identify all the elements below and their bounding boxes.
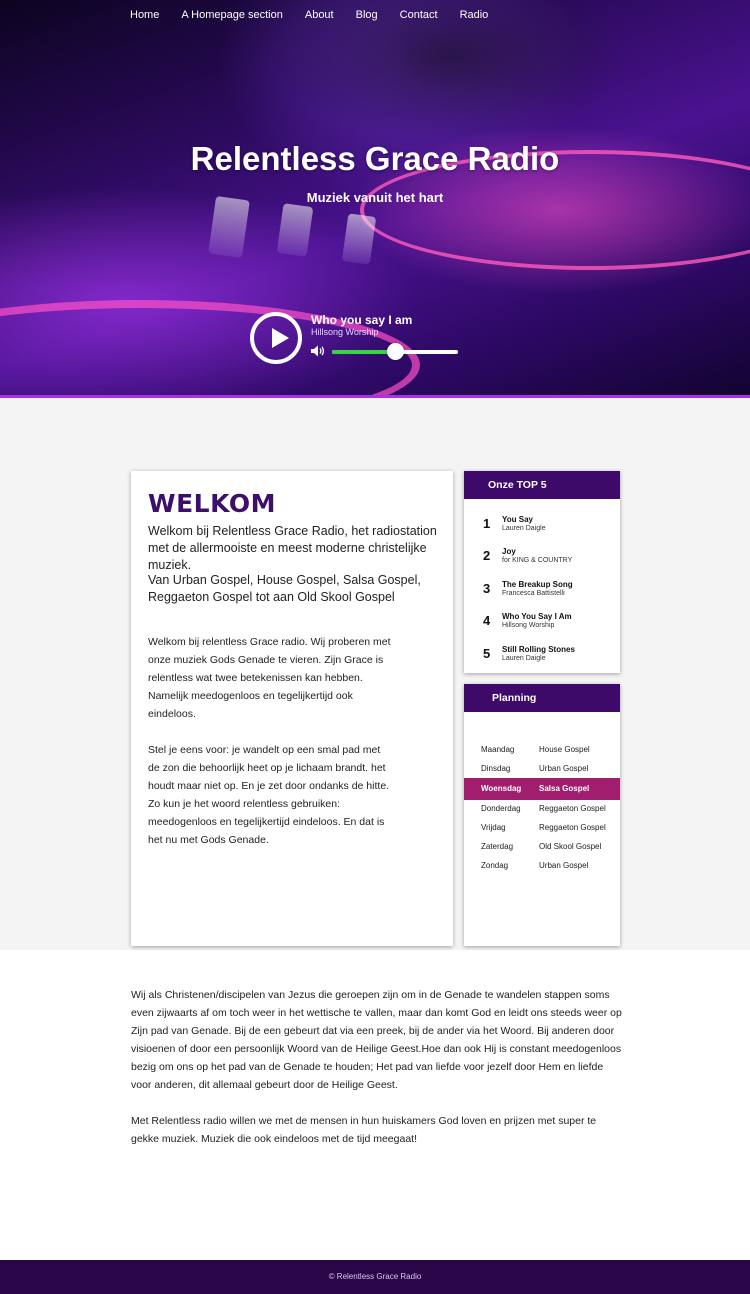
nav-contact[interactable]: Contact — [400, 9, 438, 21]
welcome-genres: Van Urban Gospel, House Gospel, Salsa Go… — [148, 573, 421, 604]
nav-homepage-section[interactable]: A Homepage section — [181, 9, 283, 21]
top5-artist: Lauren Daigle — [502, 655, 546, 662]
top5-item[interactable]: 2 Joy for KING & COUNTRY — [464, 546, 620, 578]
planning-genre: Old Skool Gospel — [539, 842, 602, 851]
welcome-heading: WELKOM — [148, 489, 276, 518]
volume-slider[interactable] — [332, 343, 458, 360]
top5-panel: Onze TOP 5 1 You Say Lauren Daigle 2 Joy… — [464, 471, 620, 673]
planning-day: Zondag — [481, 861, 509, 870]
planning-row: Zondag Urban Gospel — [464, 855, 620, 877]
top5-artist: Hillsong Worship — [502, 622, 555, 629]
welcome-lead: Welkom bij Relentless Grace Radio, het r… — [148, 524, 437, 572]
planning-day: Woensdag — [481, 784, 522, 793]
nav-blog[interactable]: Blog — [356, 9, 378, 21]
hero-mixer-fader — [208, 195, 250, 259]
top5-rank: 5 — [483, 646, 491, 661]
planning-genre: Urban Gospel — [539, 861, 589, 870]
top5-title: Joy — [502, 547, 516, 556]
nav-about[interactable]: About — [305, 9, 334, 21]
welcome-card: WELKOM Welkom bij Relentless Grace Radio… — [131, 471, 453, 946]
top5-title: Still Rolling Stones — [502, 645, 575, 654]
planning-heading: Planning — [464, 684, 620, 712]
nav-home[interactable]: Home — [130, 9, 159, 21]
top5-artist: Lauren Daigle — [502, 525, 546, 532]
top5-artist: for KING & COUNTRY — [502, 557, 573, 564]
planning-genre: Reggaeton Gospel — [539, 823, 606, 832]
top5-item[interactable]: 3 The Breakup Song Francesca Battistelli — [464, 579, 620, 611]
planning-row-active: Woensdag Salsa Gospel — [464, 778, 620, 800]
planning-genre: Reggaeton Gospel — [539, 804, 606, 813]
track-artist: Hillsong Worship — [311, 327, 379, 337]
top5-artist: Francesca Battistelli — [502, 590, 565, 597]
welcome-body: Welkom bij relentless Grace radio. Wij p… — [148, 633, 393, 849]
hero-mixer-fader — [276, 203, 314, 257]
nav-radio[interactable]: Radio — [460, 9, 489, 21]
about-paragraph: Met Relentless radio willen we met de me… — [131, 1115, 597, 1145]
top5-rank: 1 — [483, 516, 491, 531]
about-text: Wij als Christenen/discipelen van Jezus … — [131, 986, 623, 1148]
top5-heading: Onze TOP 5 — [464, 471, 620, 499]
planning-panel: Planning Maandag House Gospel Dinsdag Ur… — [464, 684, 620, 946]
hero-banner: Home A Homepage section About Blog Conta… — [0, 0, 750, 398]
volume-handle[interactable] — [387, 343, 404, 360]
top5-title: You Say — [502, 515, 533, 524]
speaker-icon[interactable] — [311, 345, 325, 357]
hero-background-hand — [270, 0, 630, 140]
top5-title: The Breakup Song — [502, 580, 573, 589]
footer-copyright: © Relentless Grace Radio — [328, 1272, 422, 1281]
planning-day: Maandag — [481, 745, 515, 754]
planning-row: Dinsdag Urban Gospel — [464, 758, 620, 780]
welcome-paragraph: Welkom bij relentless Grace radio. Wij p… — [148, 636, 391, 720]
hero-mixer-fader — [341, 213, 377, 265]
top5-item[interactable]: 5 Still Rolling Stones Lauren Daigle — [464, 644, 620, 676]
radio-player: Who you say I am Hillsong Worship — [250, 312, 470, 364]
volume-fill — [332, 350, 395, 354]
about-paragraph: Wij als Christenen/discipelen van Jezus … — [131, 989, 622, 1091]
planning-day: Zaterdag — [481, 842, 514, 851]
top5-item[interactable]: 1 You Say Lauren Daigle — [464, 514, 620, 546]
top5-rank: 3 — [483, 581, 491, 596]
welcome-paragraph: Stel je eens voor: je wandelt op een sma… — [148, 744, 390, 846]
main-nav: Home A Homepage section About Blog Conta… — [130, 9, 510, 21]
planning-genre: Urban Gospel — [539, 764, 589, 773]
site-title: Relentless Grace Radio — [190, 140, 560, 177]
planning-day: Dinsdag — [481, 764, 511, 773]
play-button[interactable] — [250, 312, 302, 364]
top5-rank: 4 — [483, 613, 491, 628]
track-title: Who you say I am — [311, 313, 413, 327]
top5-rank: 2 — [483, 548, 491, 563]
planning-day: Donderdag — [481, 804, 521, 813]
site-footer: © Relentless Grace Radio — [0, 1260, 750, 1294]
planning-genre: House Gospel — [539, 745, 590, 754]
top5-item[interactable]: 4 Who You Say I Am Hillsong Worship — [464, 611, 620, 643]
top5-title: Who You Say I Am — [502, 612, 572, 621]
planning-genre: Salsa Gospel — [539, 784, 590, 793]
planning-day: Vrijdag — [481, 823, 506, 832]
play-icon — [272, 328, 289, 348]
site-subtitle: Muziek vanuit het hart — [306, 190, 444, 205]
